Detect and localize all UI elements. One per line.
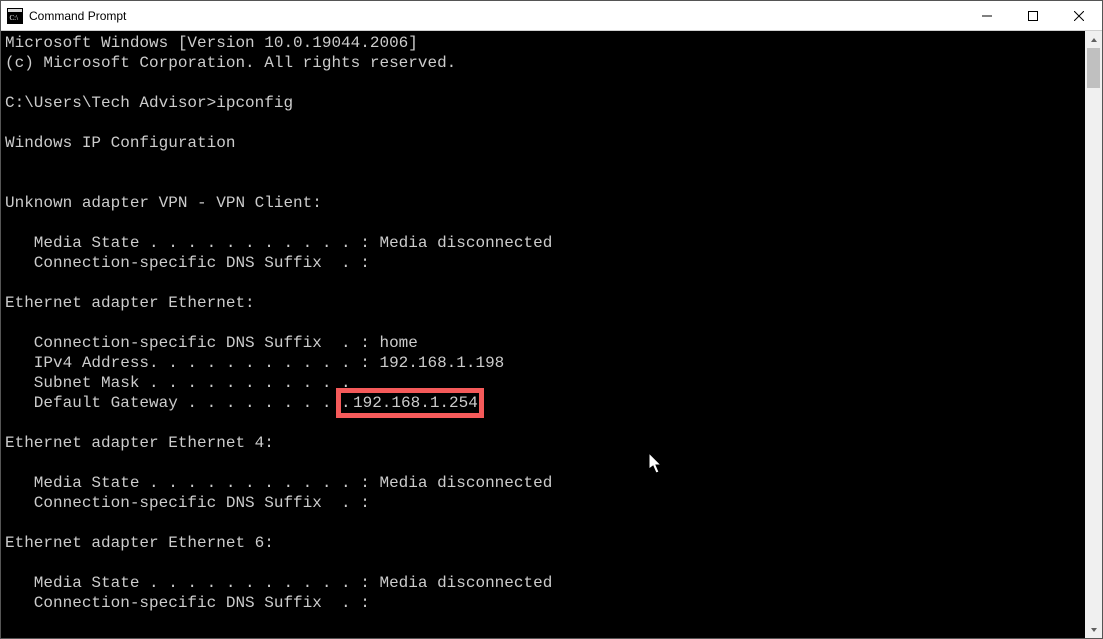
vertical-scrollbar[interactable] — [1085, 31, 1102, 638]
output-line: Connection-specific DNS Suffix . : — [5, 594, 370, 612]
adapter-title: Ethernet adapter Ethernet 4: — [5, 434, 274, 452]
window-title: Command Prompt — [29, 9, 126, 23]
output-line: Connection-specific DNS Suffix . : — [5, 494, 370, 512]
titlebar-left: C:\ Command Prompt — [1, 8, 126, 24]
prompt-line: C:\Users\Tech Advisor>ipconfig — [5, 94, 293, 112]
output-line: IPv4 Address. . . . . . . . . . . : 192.… — [5, 354, 504, 372]
output-line: Connection-specific DNS Suffix . : home — [5, 334, 418, 352]
output-line: Connection-specific DNS Suffix . : — [5, 254, 370, 272]
output-line: Default Gateway . . . . . . . . . — [5, 394, 351, 412]
output-line: Media State . . . . . . . . . . . : Medi… — [5, 234, 552, 252]
terminal-content[interactable]: Microsoft Windows [Version 10.0.19044.20… — [1, 31, 1085, 638]
output-line: Media State . . . . . . . . . . . : Medi… — [5, 574, 552, 592]
scroll-thumb[interactable] — [1087, 48, 1100, 88]
output-header: Windows IP Configuration — [5, 134, 235, 152]
terminal-area: Microsoft Windows [Version 10.0.19044.20… — [1, 31, 1102, 638]
cmd-icon: C:\ — [7, 8, 23, 24]
scroll-track[interactable] — [1085, 48, 1102, 621]
output-line: (c) Microsoft Corporation. All rights re… — [5, 54, 456, 72]
scroll-up-arrow-icon[interactable] — [1085, 31, 1102, 48]
maximize-button[interactable] — [1010, 1, 1056, 30]
svg-text:C:\: C:\ — [10, 14, 19, 22]
output-line: Subnet Mask . . . . . . . . . . . — [5, 374, 351, 392]
adapter-title: Unknown adapter VPN - VPN Client: — [5, 194, 322, 212]
scroll-down-arrow-icon[interactable] — [1085, 621, 1102, 638]
window-controls — [964, 1, 1102, 30]
output-line: Media State . . . . . . . . . . . : Medi… — [5, 474, 552, 492]
close-button[interactable] — [1056, 1, 1102, 30]
command-prompt-window: C:\ Command Prompt Microsoft Windows [Ve… — [0, 0, 1103, 639]
adapter-title: Ethernet adapter Ethernet 6: — [5, 534, 274, 552]
adapter-title: Ethernet adapter Ethernet: — [5, 294, 255, 312]
minimize-button[interactable] — [964, 1, 1010, 30]
titlebar: C:\ Command Prompt — [1, 1, 1102, 31]
gateway-value: 192.168.1.254 — [353, 393, 478, 413]
output-line: Microsoft Windows [Version 10.0.19044.20… — [5, 34, 418, 52]
